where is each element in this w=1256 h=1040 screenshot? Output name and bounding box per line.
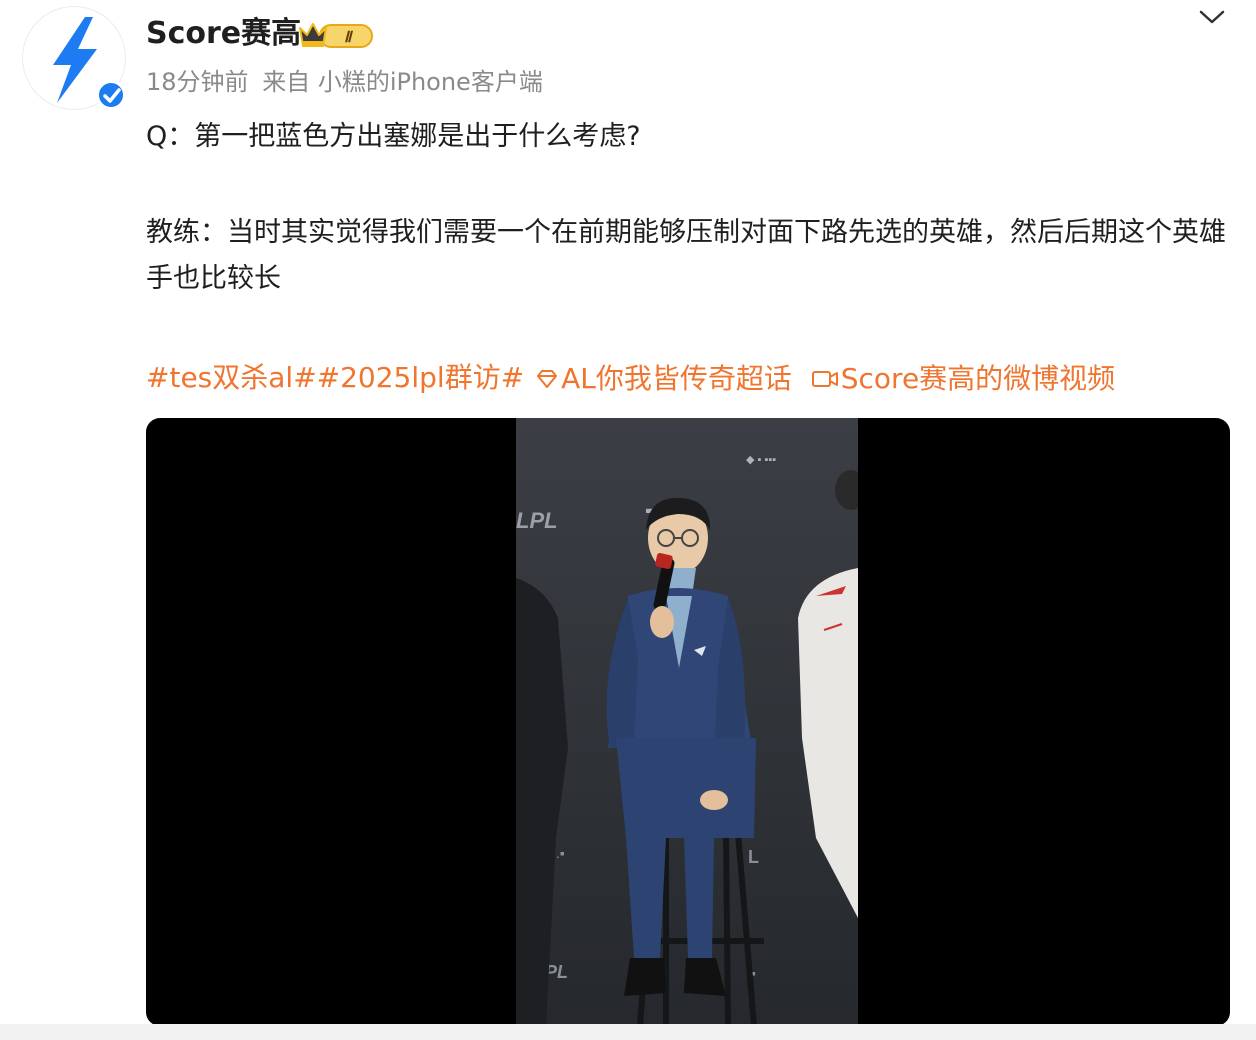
video-link[interactable]: Score赛高的微博视频	[809, 355, 1115, 402]
super-topic-label: AL你我皆传奇超话	[561, 361, 792, 395]
divider	[0, 1024, 1256, 1040]
post-tags: #tes双杀al##2025lpl群访# AL你我皆传奇超话 Score赛高的微…	[146, 354, 1236, 402]
svg-text:L: L	[748, 847, 759, 867]
video-player[interactable]: LPL ◆ ▪ ▪▪▪ ▬ ▪▪▪▪ L .▪ L LPL ▪	[146, 418, 1230, 1026]
chevron-down-icon[interactable]	[1196, 6, 1228, 28]
diamond-icon	[537, 369, 558, 388]
post-time[interactable]: 18分钟前	[146, 68, 249, 96]
video-icon	[811, 370, 838, 387]
hashtag-link[interactable]: #tes双杀al#	[146, 355, 317, 401]
post-source: 来自 小糕的iPhone客户端	[262, 68, 543, 96]
crown-badge-icon[interactable]: Ⅱ	[298, 20, 374, 50]
post-question: Q：第一把蓝色方出塞娜是出于什么考虑?	[146, 121, 641, 152]
svg-text:LPL: LPL	[516, 508, 558, 533]
hashtag-link[interactable]: #2025lpl群访#	[317, 355, 525, 401]
post-meta: 18分钟前 来自 小糕的iPhone客户端	[146, 64, 543, 100]
svg-text:.▪: .▪	[556, 845, 565, 861]
post-answer: 教练：当时其实觉得我们需要一个在前期能够压制对面下路先选的英雄，然后后期这个英雄…	[146, 217, 1226, 294]
super-topic-link[interactable]: AL你我皆传奇超话	[533, 355, 792, 402]
weibo-post: Score赛高 Ⅱ 18分钟前 来自 小糕的iPhone客户端 Q：第一把蓝色方…	[0, 0, 1256, 1040]
verified-check-icon	[96, 80, 126, 110]
username[interactable]: Score赛高	[146, 14, 301, 54]
video-frame: LPL ◆ ▪ ▪▪▪ ▬ ▪▪▪▪ L .▪ L LPL ▪	[516, 418, 858, 1026]
video-link-label: Score赛高的微博视频	[840, 361, 1116, 395]
svg-text:◆ ▪ ▪▪▪: ◆ ▪ ▪▪▪	[746, 454, 776, 466]
